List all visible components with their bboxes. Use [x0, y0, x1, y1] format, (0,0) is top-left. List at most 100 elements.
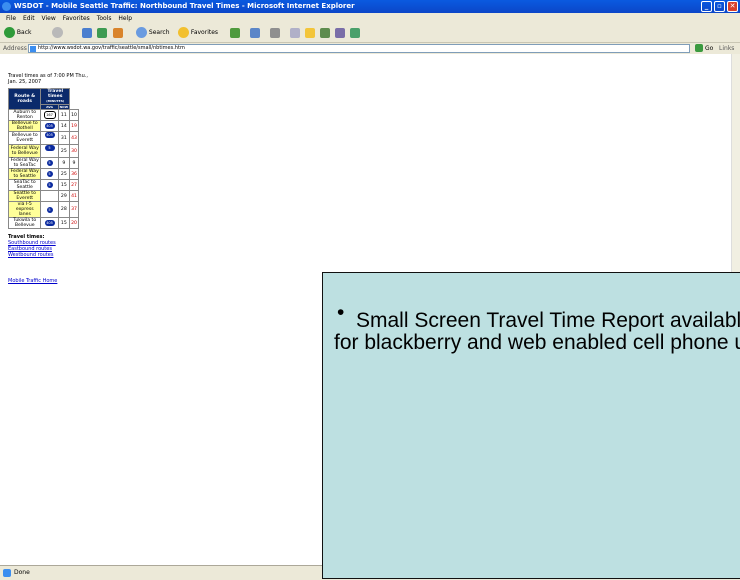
table-row: Auburn to Renton 167 11 10 [7, 109, 79, 121]
back-arrow-icon [4, 27, 15, 38]
route-name: Bellevue to Bothell [7, 120, 42, 132]
current-time: 20 [69, 217, 79, 229]
star-icon [178, 27, 189, 38]
travel-times-table: Route & roads Travel times (MINUTES) AVG… [7, 88, 79, 229]
minimize-button[interactable]: _ [701, 1, 712, 12]
avg-time: 15 [57, 217, 71, 229]
go-icon[interactable] [695, 44, 703, 52]
header-now: NOW [57, 104, 71, 110]
back-button[interactable]: Back [4, 27, 32, 39]
westbound-link[interactable]: Westbound routes [8, 252, 88, 258]
highway-shield-icon: 167 [43, 111, 56, 119]
window-title: WSDOT - Mobile Seattle Traffic: Northbou… [14, 2, 355, 10]
menu-edit[interactable]: Edit [23, 15, 35, 22]
avg-time: 25 [57, 168, 71, 180]
as-of-text: Travel times as of 7:00 PM Thu., Jan. 25… [8, 73, 88, 85]
route-shield: 5 [40, 201, 59, 218]
refresh-icon[interactable] [97, 28, 107, 38]
folder-icon[interactable] [305, 28, 315, 38]
table-row: Tukwila to Bellevue 405 15 20 [7, 217, 79, 229]
route-name: Federal Way to SeaTac [7, 157, 42, 169]
avg-time: 25 [57, 144, 71, 158]
close-button[interactable]: ✕ [727, 1, 738, 12]
research-icon[interactable] [320, 28, 330, 38]
avg-time: 11 [57, 109, 71, 121]
mail-icon[interactable] [250, 28, 260, 38]
menu-favorites[interactable]: Favorites [63, 15, 90, 22]
avg-time: 9 [57, 157, 71, 169]
interstate-shield-icon: 405 5 [44, 132, 55, 143]
forward-button[interactable] [52, 27, 63, 39]
table-row: Bellevue to Bothell 405 14 19 [7, 120, 79, 132]
interstate-shield-icon: 5 [46, 171, 53, 177]
address-url: http://www.wsdot.wa.gov/traffic/seattle/… [38, 45, 185, 51]
current-time: 19 [69, 120, 79, 132]
avg-time: 29 [57, 190, 71, 202]
stop-icon[interactable] [82, 28, 92, 38]
route-name: Auburn to Renton [7, 109, 42, 121]
address-bar: Address http://www.wsdot.wa.gov/traffic/… [0, 42, 740, 54]
current-time: 9 [69, 157, 79, 169]
forward-arrow-icon [52, 27, 63, 38]
interstate-shield-icon: 5 [46, 182, 53, 188]
current-time: 36 [69, 168, 79, 180]
ie-logo-icon [2, 2, 11, 11]
avg-time: 14 [57, 120, 71, 132]
current-time: 10 [69, 109, 79, 121]
table-row: Seattle to Everett 29 41 [7, 190, 79, 202]
page-loaded-icon [3, 569, 11, 577]
route-shield: 405 [40, 217, 59, 229]
history-icon[interactable] [230, 28, 240, 38]
maximize-button[interactable]: ▫ [714, 1, 725, 12]
menu-view[interactable]: View [42, 15, 56, 22]
favorites-button[interactable]: Favorites [178, 27, 218, 39]
messenger-icon[interactable] [335, 28, 345, 38]
links-button[interactable]: Links [719, 43, 734, 54]
print-icon[interactable] [270, 28, 280, 38]
table-header-row: Route & roads Travel times (MINUTES) [7, 88, 79, 110]
table-row: SeaTac to Seattle 5 15 27 [7, 179, 79, 191]
avg-time: 15 [57, 179, 71, 191]
route-name: via I-5 express lanes [7, 201, 42, 218]
route-shield [40, 190, 59, 202]
current-time: 37 [69, 201, 79, 218]
route-shield: 5 [40, 168, 59, 180]
current-time: 27 [69, 179, 79, 191]
current-time: 41 [69, 190, 79, 202]
window-title-bar: WSDOT - Mobile Seattle Traffic: Northbou… [0, 0, 740, 13]
route-name: Federal Way to Bellevue [7, 144, 42, 158]
table-row: Bellevue to Everett 405 5 31 43 [7, 131, 79, 145]
table-row: Federal Way to SeaTac 5 9 9 [7, 157, 79, 169]
direction-links: Southbound routes Eastbound routes Westb… [8, 240, 88, 258]
home-icon[interactable] [113, 28, 123, 38]
address-input[interactable]: http://www.wsdot.wa.gov/traffic/seattle/… [28, 44, 690, 53]
route-shield: 5 [40, 179, 59, 191]
route-name: Federal Way to Seattle [7, 168, 42, 180]
header-times: Travel times (MINUTES) [40, 88, 71, 105]
tools-icon[interactable] [350, 28, 360, 38]
menu-file[interactable]: File [6, 15, 16, 22]
avg-time: 28 [57, 201, 71, 218]
callout-text: Small Screen Travel Time Report availabl… [334, 309, 740, 354]
menu-bar: File Edit View Favorites Tools Help [0, 13, 740, 24]
menu-help[interactable]: Help [118, 15, 132, 22]
edit-icon[interactable] [290, 28, 300, 38]
interstate-shield-icon: 5 [46, 160, 53, 166]
interstate-shield-icon: 5 405 [44, 145, 55, 156]
route-shield: 5 [40, 157, 59, 169]
search-button[interactable]: Search [136, 27, 170, 39]
table-row: Federal Way to Seattle 5 25 36 [7, 168, 79, 180]
menu-tools[interactable]: Tools [97, 15, 112, 22]
page-icon [30, 46, 36, 52]
search-icon [136, 27, 147, 38]
mobile-traffic-home-link[interactable]: Mobile Traffic Home [8, 278, 88, 284]
annotation-callout: • Small Screen Travel Time Report availa… [322, 272, 740, 579]
go-button[interactable]: Go [705, 43, 713, 54]
route-name: Bellevue to Everett [7, 131, 42, 145]
address-label: Address [3, 45, 27, 52]
toolbar: Back Search Favorites [0, 24, 740, 42]
table-row: via I-5 express lanes 5 28 37 [7, 201, 79, 218]
route-shield: 405 5 [40, 131, 59, 145]
header-route: Route & roads [7, 88, 42, 110]
interstate-shield-icon: 405 [44, 123, 55, 129]
